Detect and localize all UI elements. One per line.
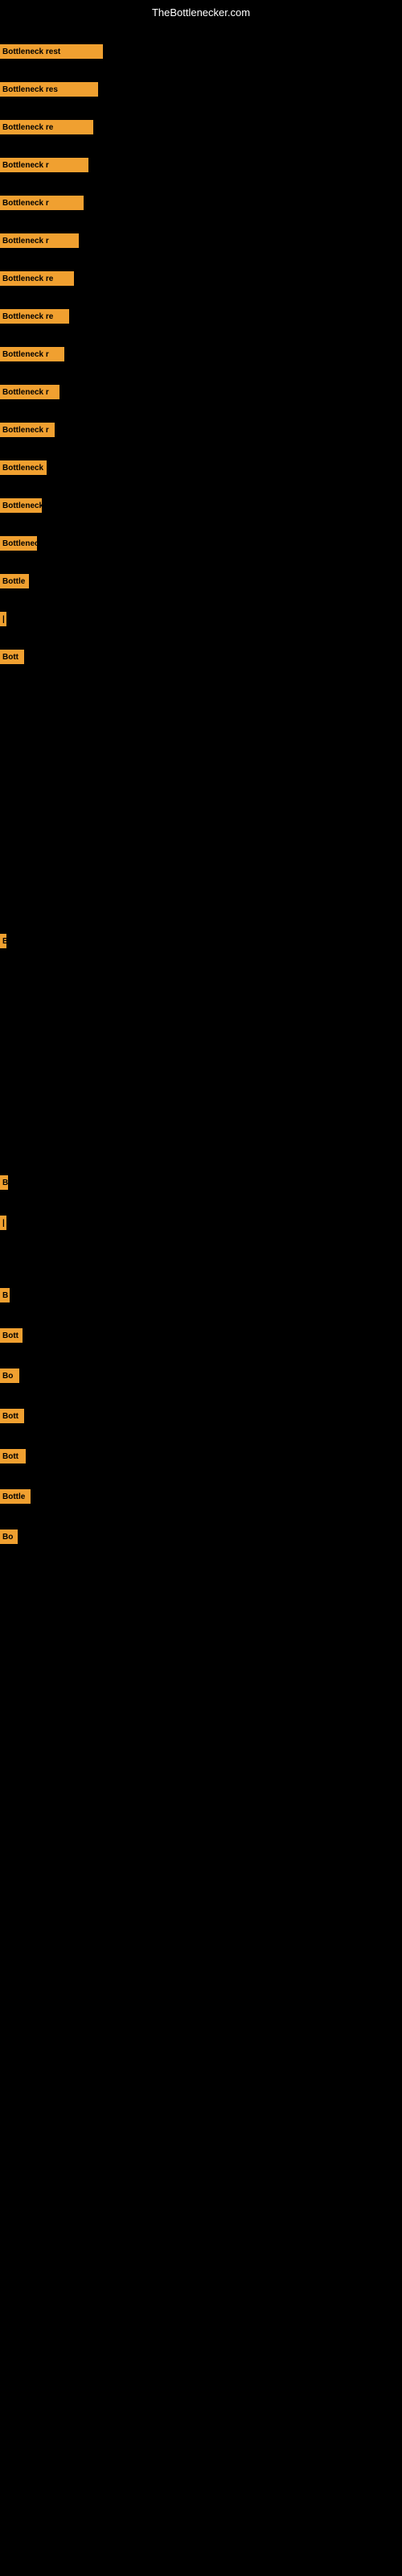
bar-item-3: Bottleneck r <box>0 158 88 172</box>
bar-item-1: Bottleneck res <box>0 82 98 97</box>
bar-item-14: Bottle <box>0 574 29 588</box>
bar-item-5: Bottleneck r <box>0 233 79 248</box>
bar-item-18: B <box>0 1175 8 1190</box>
bar-item-2: Bottleneck re <box>0 120 93 134</box>
bar-item-25: Bottle <box>0 1489 31 1504</box>
bar-item-17: B <box>0 934 6 948</box>
bar-item-8: Bottleneck r <box>0 347 64 361</box>
bar-item-16: Bott <box>0 650 24 664</box>
bar-item-13: Bottlenec <box>0 536 37 551</box>
site-title: TheBottlenecker.com <box>0 6 402 19</box>
bar-item-26: Bo <box>0 1530 18 1544</box>
bar-item-0: Bottleneck rest <box>0 44 103 59</box>
bar-item-12: Bottleneck <box>0 498 42 513</box>
bar-item-4: Bottleneck r <box>0 196 84 210</box>
bar-item-10: Bottleneck r <box>0 423 55 437</box>
bar-item-22: Bo <box>0 1368 19 1383</box>
bar-item-24: Bott <box>0 1449 26 1463</box>
bar-item-15: | <box>0 612 6 626</box>
bar-item-23: Bott <box>0 1409 24 1423</box>
bar-item-9: Bottleneck r <box>0 385 59 399</box>
bar-item-7: Bottleneck re <box>0 309 69 324</box>
bar-item-6: Bottleneck re <box>0 271 74 286</box>
bar-item-11: Bottleneck <box>0 460 47 475</box>
bar-item-21: Bott <box>0 1328 23 1343</box>
bar-item-19: | <box>0 1216 6 1230</box>
bar-item-20: B <box>0 1288 10 1302</box>
